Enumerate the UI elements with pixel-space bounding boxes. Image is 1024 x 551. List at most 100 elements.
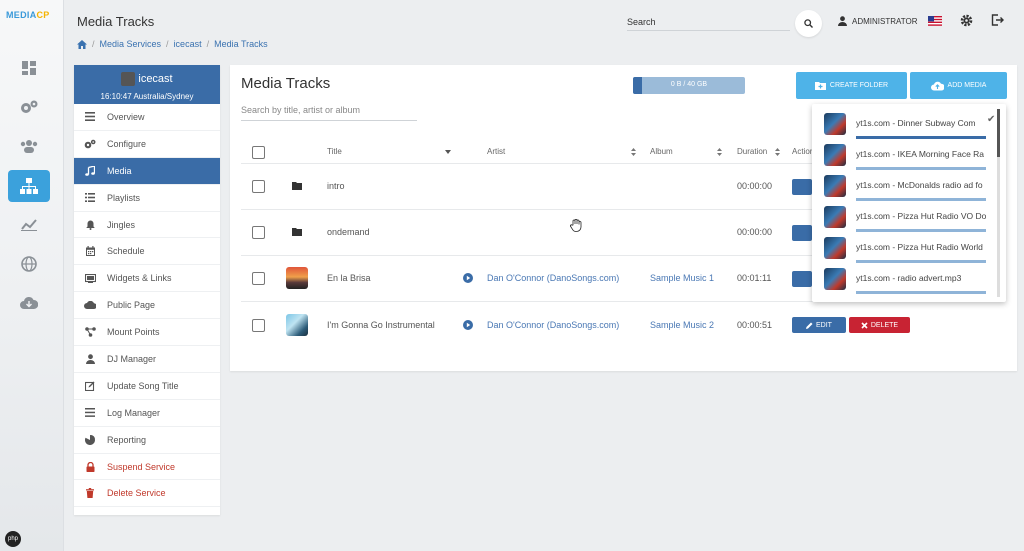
sidebar-item-label: Widgets & Links <box>107 273 172 284</box>
cloud-icon <box>83 301 97 310</box>
column-title[interactable]: Title <box>327 147 342 156</box>
services-icon[interactable] <box>8 170 50 202</box>
sidebar-item-jingles[interactable]: Jingles <box>74 212 220 239</box>
playlist-icon <box>83 193 97 203</box>
sidebar-item-configure[interactable]: Configure <box>74 131 220 158</box>
column-actions: Actions <box>792 147 812 156</box>
sidebar-item-reporting[interactable]: Reporting <box>74 427 220 454</box>
row-checkbox[interactable] <box>252 226 265 239</box>
track-album[interactable]: Sample Music 2 <box>650 320 714 330</box>
cloud-download-icon[interactable] <box>8 287 50 319</box>
home-icon[interactable] <box>77 39 87 49</box>
column-album[interactable]: Album <box>650 147 673 156</box>
play-icon[interactable] <box>463 273 473 283</box>
sidebar-item-delete-service[interactable]: Delete Service <box>74 480 220 508</box>
column-duration[interactable]: Duration <box>737 147 767 156</box>
track-title[interactable]: intro <box>327 181 345 191</box>
track-title[interactable]: I'm Gonna Go Instrumental <box>327 320 435 330</box>
sidebar-item-label: Public Page <box>107 300 156 311</box>
global-search-input[interactable]: Search <box>627 14 790 31</box>
upload-progress <box>856 260 986 263</box>
music-icon <box>83 165 97 176</box>
settings-icon[interactable] <box>8 91 50 123</box>
edit-button[interactable] <box>792 271 812 287</box>
select-all-checkbox[interactable] <box>252 146 265 159</box>
upload-file-name: yt1s.com - McDonalds radio ad fo <box>856 180 983 190</box>
folder-icon <box>292 182 302 190</box>
upload-item: yt1s.com - IKEA Morning Face Ra <box>824 143 1000 173</box>
sidebar-item-mount-points[interactable]: Mount Points <box>74 319 220 347</box>
sidebar-item-schedule[interactable]: Schedule <box>74 238 220 266</box>
sidebar-item-public-page[interactable]: Public Page <box>74 292 220 320</box>
upload-progress <box>856 136 986 139</box>
list-icon <box>83 112 97 122</box>
track-title[interactable]: ondemand <box>327 227 370 237</box>
sidebar-item-label: Media <box>107 165 132 176</box>
edit-button[interactable]: EDIT <box>792 317 846 333</box>
track-artist[interactable]: Dan O'Connor (DanoSongs.com) <box>487 320 619 330</box>
breadcrumb-media-services[interactable]: Media Services <box>100 39 162 49</box>
dashboard-icon[interactable] <box>8 52 50 84</box>
row-checkbox[interactable] <box>252 272 265 285</box>
gear-icon[interactable] <box>960 14 973 27</box>
app-logo[interactable]: MEDIACP <box>6 10 50 20</box>
add-media-button[interactable]: ADD MEDIA <box>910 72 1007 99</box>
sort-desc-icon[interactable] <box>445 150 451 154</box>
logout-icon[interactable] <box>991 14 1004 26</box>
user-menu[interactable]: ADMINISTRATOR <box>838 16 917 26</box>
edit-button[interactable] <box>792 179 812 195</box>
us-flag-icon[interactable] <box>928 16 942 26</box>
popup-scrollbar[interactable] <box>997 109 1000 297</box>
upload-item: yt1s.com - Dinner Subway Com ✔ <box>824 112 1000 142</box>
delete-button[interactable]: DELETE <box>849 317 910 333</box>
globe-icon[interactable] <box>8 248 50 280</box>
gears-icon <box>83 139 97 149</box>
track-album[interactable]: Sample Music 1 <box>650 273 714 283</box>
column-artist[interactable]: Artist <box>487 147 505 156</box>
upload-progress <box>856 291 986 294</box>
sidebar-item-playlists[interactable]: Playlists <box>74 185 220 212</box>
breadcrumb-current: Media Tracks <box>214 39 268 49</box>
track-duration: 00:01:11 <box>737 273 772 283</box>
sidebar-item-label: Mount Points <box>107 327 160 338</box>
network-icon <box>83 327 97 337</box>
check-icon: ✔ <box>987 114 996 125</box>
play-icon[interactable] <box>463 320 473 330</box>
upload-item: yt1s.com - radio advert.mp3 <box>824 267 1000 297</box>
sort-icon[interactable] <box>775 148 780 156</box>
search-button[interactable] <box>795 10 822 37</box>
sidebar-item-label: Suspend Service <box>107 461 176 472</box>
sidebar-item-update-song-title[interactable]: Update Song Title <box>74 373 220 400</box>
edit-icon <box>83 381 97 391</box>
track-title[interactable]: En la Brisa <box>327 273 371 283</box>
sidebar-item-media[interactable]: Media <box>74 157 220 185</box>
upload-item: yt1s.com - Pizza Hut Radio World <box>824 236 1000 266</box>
sidebar-item-dj-manager[interactable]: DJ Manager <box>74 346 220 373</box>
create-folder-button[interactable]: CREATE FOLDER <box>796 72 907 99</box>
user-icon <box>838 16 847 26</box>
users-icon[interactable] <box>8 130 50 162</box>
row-checkbox[interactable] <box>252 180 265 193</box>
service-sidebar: icecast 16:10:47 Australia/Sydney Overvi… <box>74 65 220 515</box>
upload-file-name: yt1s.com - Pizza Hut Radio VO Do <box>856 211 986 221</box>
sidebar-item-label: DJ Manager <box>107 353 157 364</box>
sidebar-item-widgets-links[interactable]: Widgets & Links <box>74 265 220 293</box>
sort-icon[interactable] <box>717 148 722 156</box>
upload-item: yt1s.com - Pizza Hut Radio VO Do <box>824 205 1000 235</box>
upload-file-name: yt1s.com - Pizza Hut Radio World <box>856 242 983 252</box>
stats-icon[interactable] <box>8 209 50 241</box>
track-search-input[interactable]: Search by title, artist or album <box>241 105 417 121</box>
edit-button[interactable] <box>792 225 812 241</box>
row-checkbox[interactable] <box>252 319 265 332</box>
sort-icon[interactable] <box>631 148 636 156</box>
sidebar-item-log-manager[interactable]: Log Manager <box>74 400 220 427</box>
service-header: icecast 16:10:47 Australia/Sydney <box>74 65 220 104</box>
sidebar-item-label: Log Manager <box>107 407 161 418</box>
bell-icon <box>83 220 97 230</box>
upload-thumbnail <box>824 144 846 166</box>
track-duration: 00:00:00 <box>737 227 773 237</box>
sidebar-item-overview[interactable]: Overview <box>74 104 220 131</box>
track-artist[interactable]: Dan O'Connor (DanoSongs.com) <box>487 273 619 283</box>
breadcrumb-service[interactable]: icecast <box>174 39 202 49</box>
sidebar-item-suspend-service[interactable]: Suspend Service <box>74 454 220 481</box>
